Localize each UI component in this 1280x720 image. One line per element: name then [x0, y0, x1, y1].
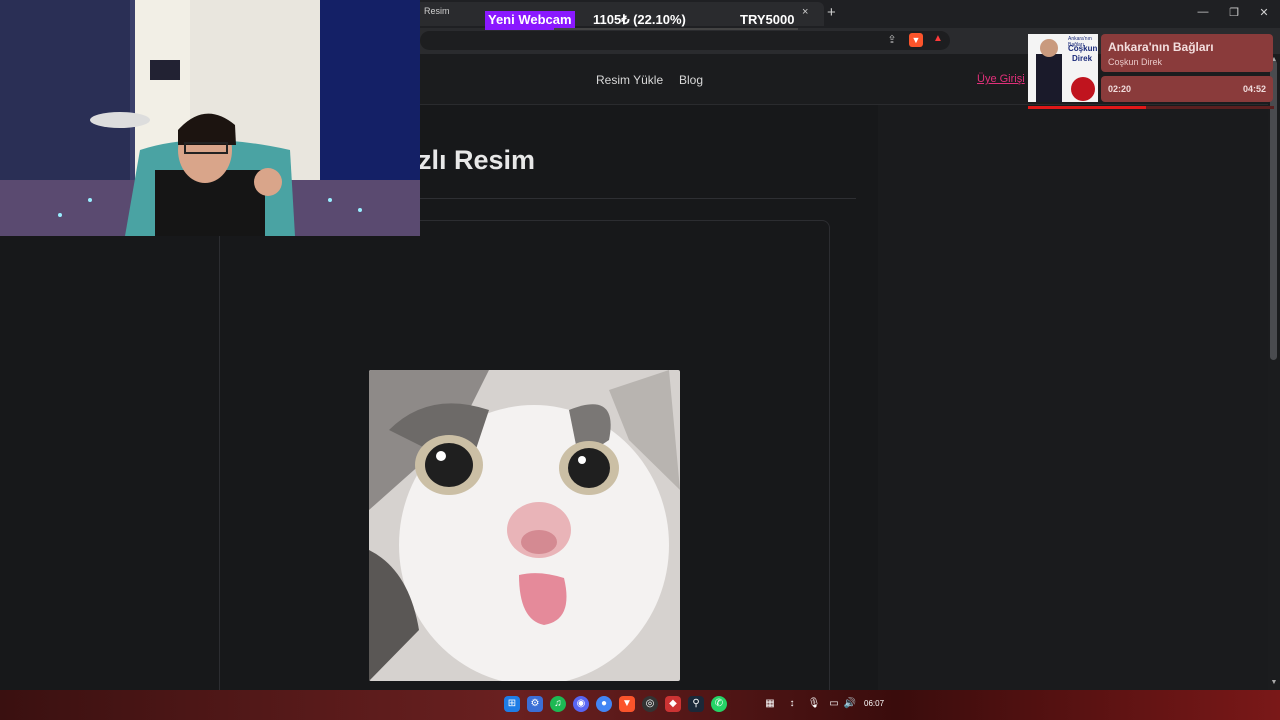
steam-icon[interactable]: ⚲: [688, 696, 704, 712]
address-bar[interactable]: [420, 31, 950, 50]
title-divider: [418, 198, 856, 199]
new-tab-button[interactable]: +: [827, 4, 836, 21]
tab-title: Resim: [424, 6, 450, 16]
minimize-button[interactable]: —: [1195, 6, 1211, 18]
album-artist-first: Coşkun: [1068, 44, 1098, 53]
login-link[interactable]: Üye Girişi: [977, 73, 1025, 85]
song-artist: Coşkun Direk: [1108, 57, 1163, 67]
scrollbar-thumb[interactable]: [1270, 60, 1277, 360]
scroll-down-icon[interactable]: ▼: [1268, 679, 1280, 686]
tray-grid-icon[interactable]: ▦: [762, 696, 778, 712]
goal-progress-fill: [485, 28, 555, 30]
nav-blog[interactable]: Blog: [679, 73, 703, 87]
taskbar-clock[interactable]: 06:07: [864, 699, 884, 708]
windows-taskbar: [0, 690, 1280, 720]
album-art: Ankara'nın Bağları Coşkun Direk: [1028, 34, 1098, 102]
tray-arrow-icon[interactable]: ↕: [784, 696, 800, 712]
discord-icon[interactable]: ◉: [573, 696, 589, 712]
share-icon[interactable]: ⇪: [885, 33, 899, 47]
webcam-goal-badge: Yeni Webcam: [485, 11, 575, 29]
webcam-feed: [0, 0, 420, 236]
album-artist-last: Direk: [1072, 54, 1093, 63]
rewards-icon[interactable]: ▲: [931, 33, 945, 47]
microphone-icon[interactable]: 🎙: [806, 696, 822, 712]
app-icon[interactable]: ◆: [665, 696, 681, 712]
volume-icon[interactable]: 🔊: [842, 696, 858, 712]
current-time: 02:20: [1108, 84, 1132, 94]
chrome-icon[interactable]: ●: [596, 696, 612, 712]
right-panel: [878, 105, 1268, 690]
song-progress-fill: [1028, 106, 1147, 109]
total-time: 04:52: [1243, 84, 1267, 94]
tab-close-icon[interactable]: ×: [802, 6, 808, 18]
nav-upload-image[interactable]: Resim Yükle: [596, 73, 663, 87]
brave-shields-icon[interactable]: ▼: [909, 33, 923, 47]
spotify-icon[interactable]: ♫: [550, 696, 566, 712]
left-divider: [219, 236, 220, 690]
whatsapp-icon[interactable]: ✆: [711, 696, 727, 712]
song-title: Ankara'nın Bağları: [1108, 40, 1214, 54]
maximize-button[interactable]: ❐: [1226, 6, 1242, 19]
obs-icon[interactable]: ◎: [642, 696, 658, 712]
uploaded-cat-image[interactable]: [369, 370, 680, 681]
brave-icon[interactable]: ▼: [619, 696, 635, 712]
settings-icon[interactable]: ⚙: [527, 696, 543, 712]
windows-start-icon[interactable]: ⊞: [504, 696, 520, 712]
page-title: zlı Resim: [418, 145, 536, 175]
goal-amount: 1105₺ (22.10%): [593, 12, 686, 27]
network-icon[interactable]: ▭: [826, 696, 842, 712]
goal-target: TRY5000: [740, 12, 795, 27]
close-window-button[interactable]: ✕: [1256, 6, 1272, 19]
